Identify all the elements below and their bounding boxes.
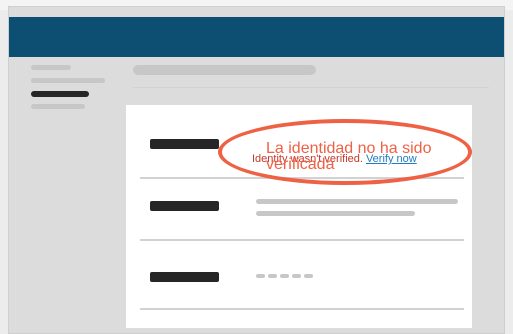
row-value-placeholder (256, 199, 458, 204)
page-title-placeholder (133, 65, 316, 75)
row-divider (140, 239, 464, 241)
annotation-text: La identidad no ha sido verificada (266, 140, 432, 173)
masked-value-dot (280, 274, 289, 278)
app-header-bar (9, 17, 504, 57)
row-label-placeholder (150, 201, 219, 211)
sidebar-item-placeholder[interactable] (31, 78, 105, 83)
masked-value-dot (256, 274, 265, 278)
masked-value-dot (304, 274, 313, 278)
sidebar-item-active[interactable] (31, 91, 89, 97)
sidebar-item-placeholder[interactable] (31, 65, 71, 70)
row-divider (140, 308, 464, 310)
masked-value-dot (268, 274, 277, 278)
row-label-placeholder (150, 139, 219, 149)
row-label-placeholder (150, 272, 219, 282)
masked-value-dot (292, 274, 301, 278)
row-value-placeholder (256, 211, 415, 216)
sidebar-item-placeholder[interactable] (31, 104, 85, 109)
page-header-divider (133, 87, 489, 88)
